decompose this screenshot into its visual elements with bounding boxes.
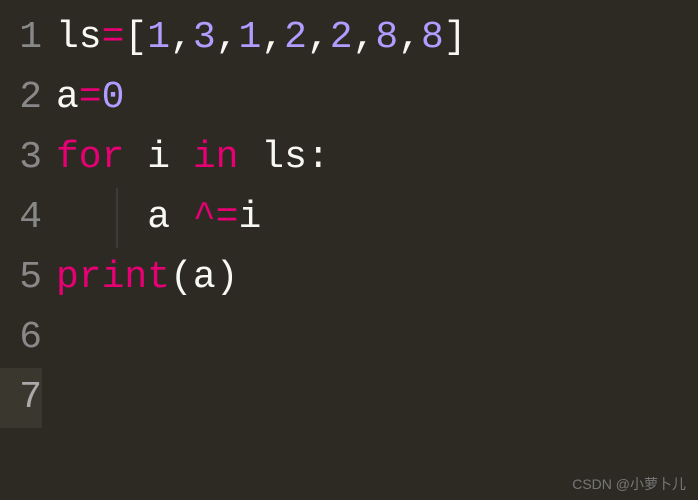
operator: =	[79, 76, 102, 119]
line-number-current: 7	[0, 368, 42, 428]
keyword-for: for	[56, 136, 124, 179]
variable: a	[193, 256, 216, 299]
bracket: [	[124, 16, 147, 59]
number: 0	[102, 76, 125, 119]
line-number: 3	[0, 128, 42, 188]
variable: ls	[56, 16, 102, 59]
number: 3	[193, 16, 216, 59]
number: 2	[330, 16, 353, 59]
line-number: 1	[0, 8, 42, 68]
colon: :	[307, 136, 330, 179]
variable: a	[56, 76, 79, 119]
variable: i	[238, 196, 261, 239]
bracket: ]	[444, 16, 467, 59]
code-area[interactable]: ls=[1,3,1,2,2,8,8] a=0 for i in ls: a ^=…	[48, 8, 698, 428]
paren: (	[170, 256, 193, 299]
comma: ,	[216, 16, 239, 59]
builtin-print: print	[56, 256, 170, 299]
line-number: 4	[0, 188, 42, 248]
line-number-gutter: 1 2 3 4 5 6 7	[0, 8, 48, 428]
comma: ,	[261, 16, 284, 59]
number: 1	[238, 16, 261, 59]
line-number: 5	[0, 248, 42, 308]
variable: a	[147, 196, 170, 239]
variable: ls	[261, 136, 307, 179]
code-editor: 1 2 3 4 5 6 7 ls=[1,3,1,2,2,8,8] a=0 for…	[0, 0, 698, 428]
operator: ^=	[193, 196, 239, 239]
code-line: for i in ls:	[56, 128, 698, 188]
indent-guide	[116, 188, 118, 248]
keyword-in: in	[193, 136, 239, 179]
comma: ,	[398, 16, 421, 59]
number: 8	[421, 16, 444, 59]
code-line-current	[56, 368, 698, 428]
number: 1	[147, 16, 170, 59]
code-line: a=0	[56, 68, 698, 128]
code-line-empty	[56, 308, 698, 368]
line-number: 2	[0, 68, 42, 128]
comma: ,	[307, 16, 330, 59]
number: 2	[284, 16, 307, 59]
code-line: a ^=i	[56, 188, 698, 248]
watermark: CSDN @小萝卜儿	[572, 474, 686, 494]
comma: ,	[170, 16, 193, 59]
number: 8	[375, 16, 398, 59]
line-number: 6	[0, 308, 42, 368]
code-line: print(a)	[56, 248, 698, 308]
paren: )	[216, 256, 239, 299]
variable: i	[147, 136, 170, 179]
code-line: ls=[1,3,1,2,2,8,8]	[56, 8, 698, 68]
comma: ,	[353, 16, 376, 59]
operator: =	[102, 16, 125, 59]
